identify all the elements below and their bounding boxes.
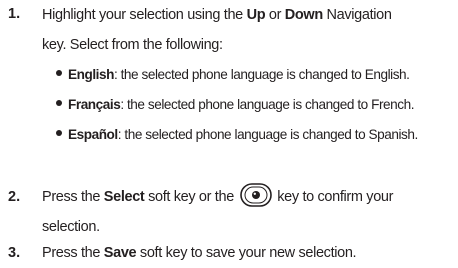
select-key-icon [239,183,272,207]
step-number: 1. [8,6,21,22]
step-number: 3. [8,245,21,261]
instruction-page: 1. Highlight your selection using the Up… [0,0,458,267]
bullet-icon [56,100,62,107]
list-item-espanol: Español: the selected phone language is … [56,120,454,150]
step-1: 1. Highlight your selection using the Up… [0,0,458,178]
step-2: 2. Press the Select soft key or the key … [0,182,458,235]
list-item-english: English: the selected phone language is … [56,60,454,90]
list-item-francais: Français: the selected phone language is… [56,90,454,120]
step-line: Press the Select soft key or the key to … [42,182,452,212]
step-3: 3. Press the Save soft key to save your … [0,238,458,266]
step-line: key. Select from the following: [42,37,223,53]
language-options-list: English: the selected phone language is … [56,60,454,150]
bullet-icon [56,70,62,77]
bullet-icon [56,130,62,137]
step-number: 2. [8,189,21,205]
step-line: Press the Save soft key to save your new… [42,245,357,261]
step-line: Highlight your selection using the Up or… [42,7,392,23]
